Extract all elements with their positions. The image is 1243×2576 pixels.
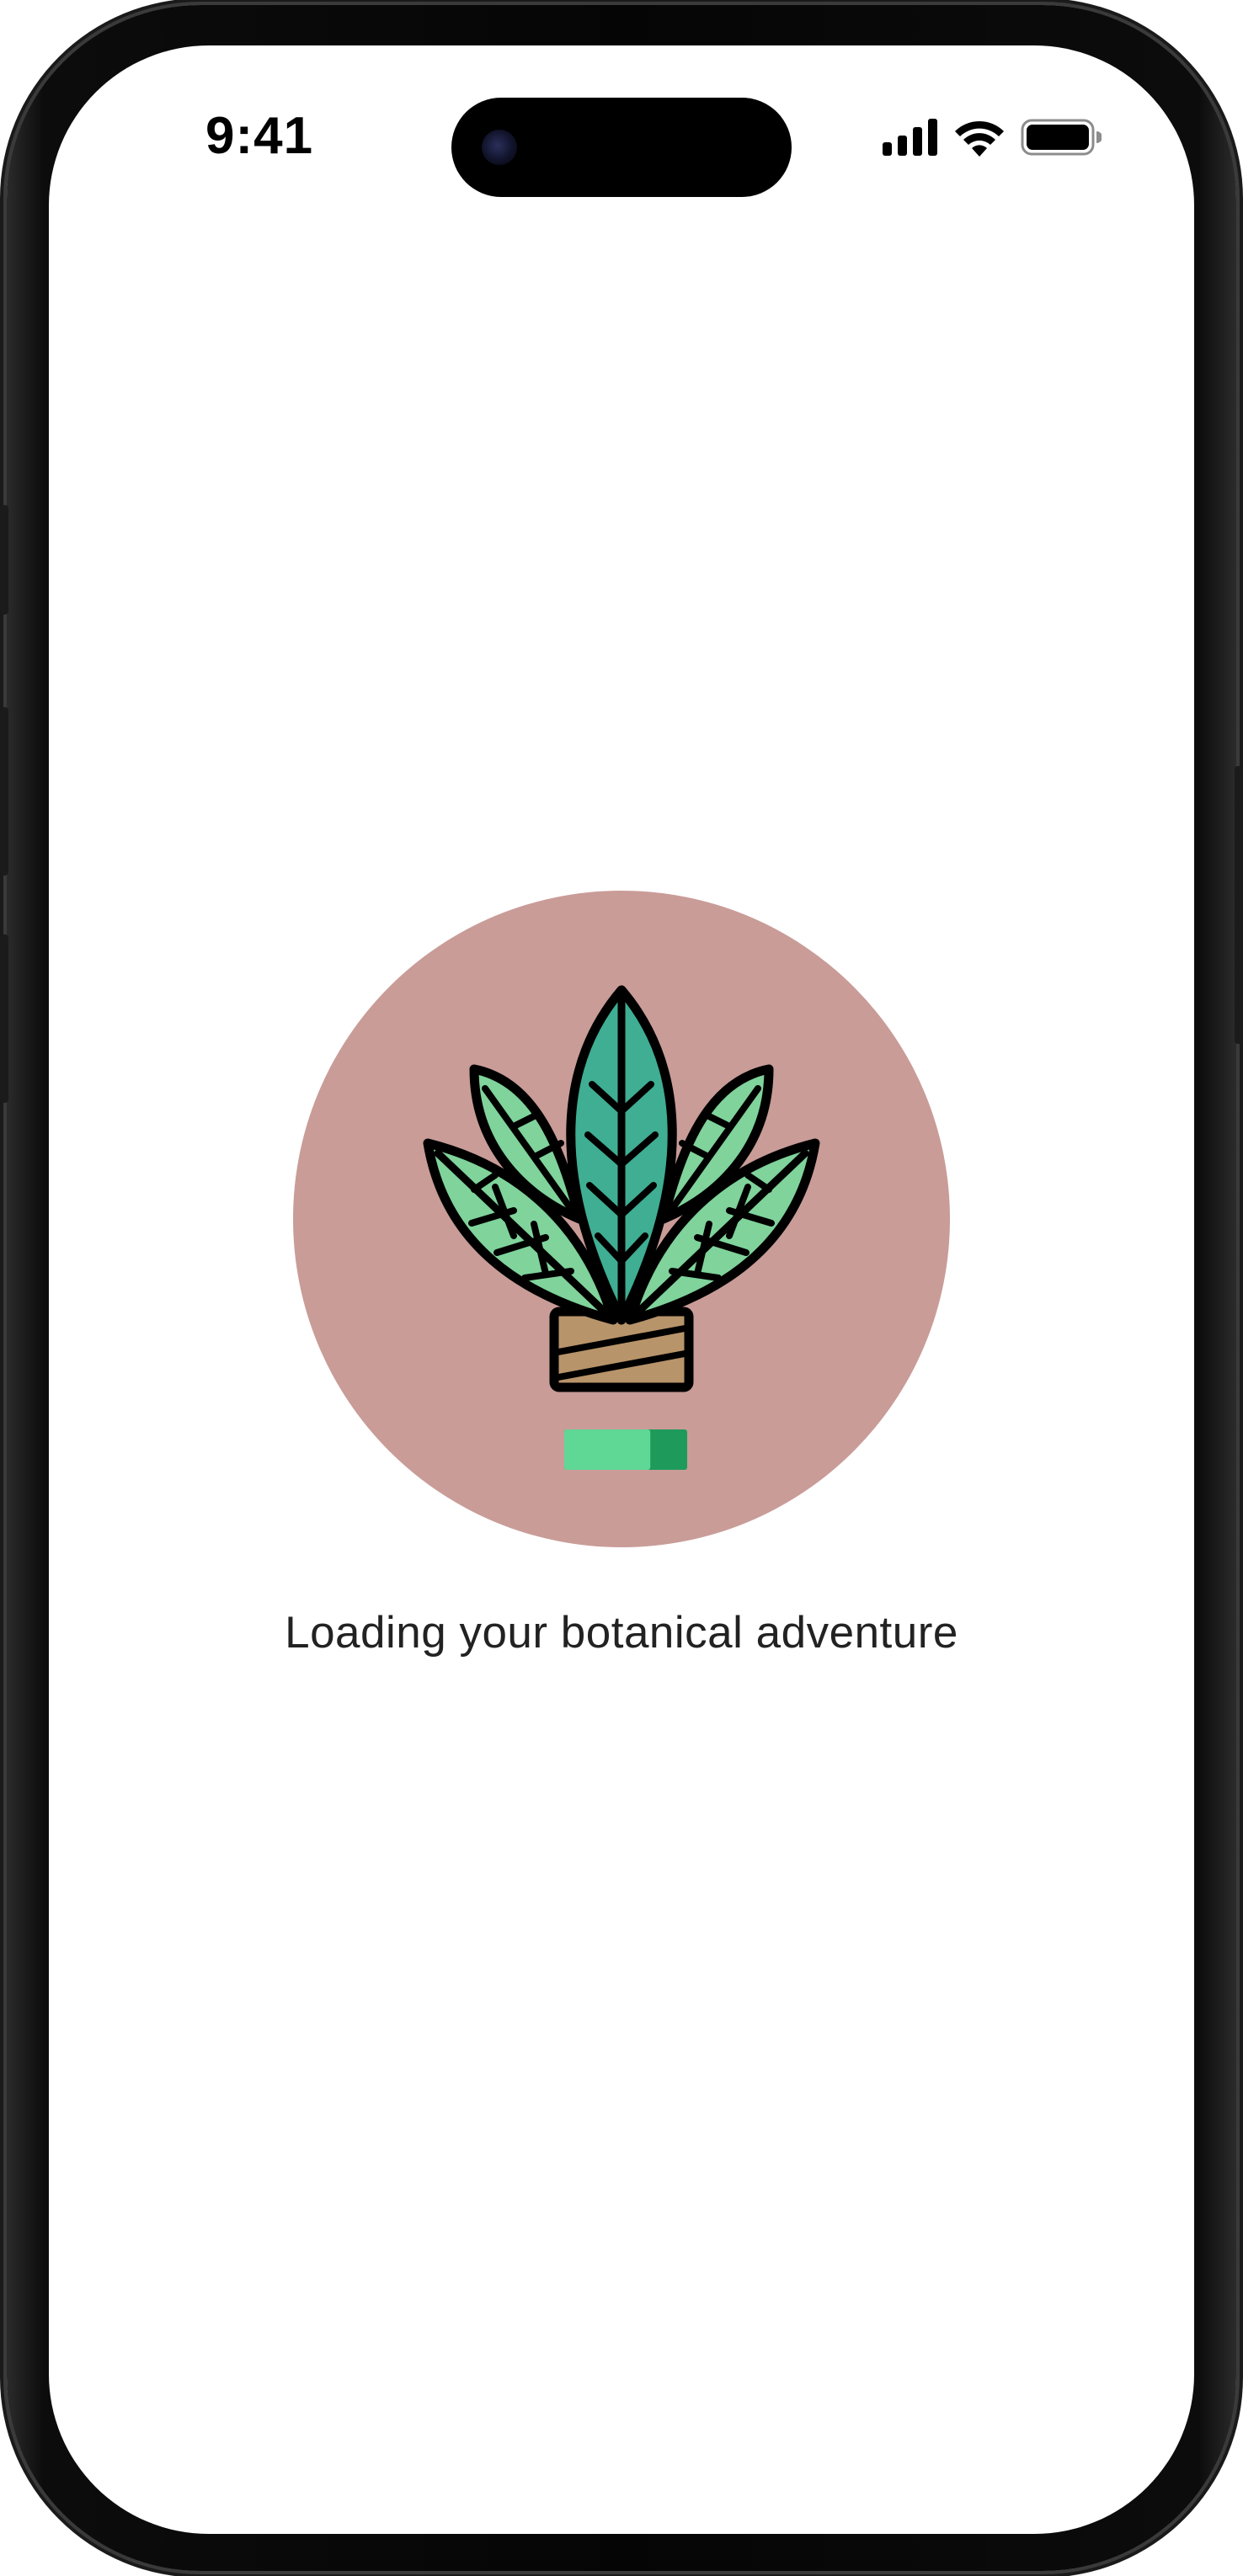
cellular-signal-icon [883, 119, 937, 156]
action-button [0, 505, 8, 615]
battery-icon [1021, 119, 1102, 156]
wifi-icon [955, 120, 1004, 157]
loading-progress-bar [564, 1429, 687, 1470]
loading-message: Loading your botanical adventure [285, 1608, 958, 1658]
dynamic-island [451, 98, 792, 197]
app-screen: 9:41 Loading your botanical adventure [49, 45, 1194, 2534]
splash-illustration [293, 891, 950, 1547]
volume-up-button [0, 707, 8, 876]
status-time: 9:41 [205, 107, 314, 165]
power-button [1235, 766, 1243, 1044]
volume-down-button [0, 934, 8, 1103]
progress-fill [564, 1429, 651, 1470]
status-bar: 9:41 [49, 45, 1194, 231]
status-icons [883, 116, 1102, 158]
front-camera-icon [482, 130, 517, 165]
